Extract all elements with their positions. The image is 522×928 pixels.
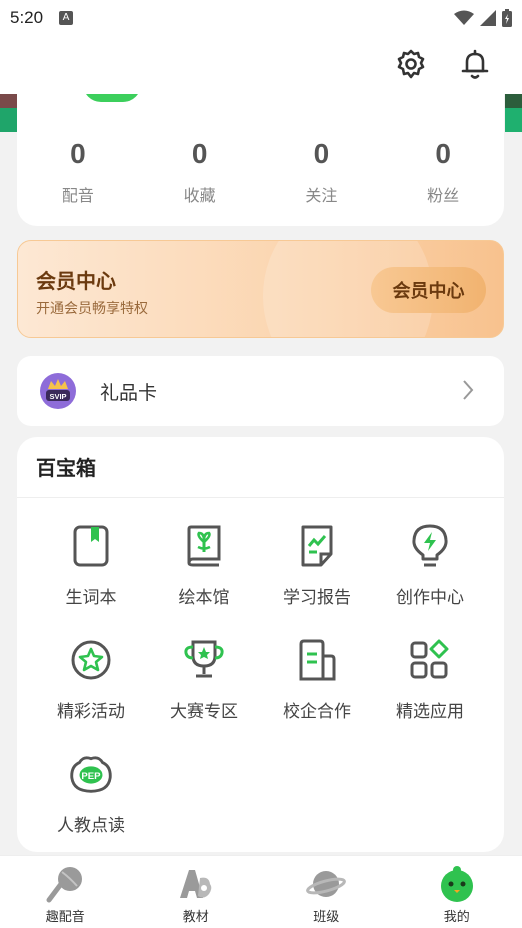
header-bar [0, 36, 522, 94]
picture-book-icon [187, 525, 221, 567]
tool-featured-apps[interactable]: 精选应用 [375, 637, 485, 722]
tool-activities[interactable]: 精彩活动 [36, 637, 146, 722]
vocabulary-book-icon [73, 525, 109, 567]
tool-vocabulary-book[interactable]: 生词本 [36, 523, 146, 608]
tab-label: 教材 [182, 910, 209, 925]
status-time: 5:20 [10, 8, 44, 27]
vip-center-card[interactable]: 会员中心 开通会员畅享特权 会员中心 [17, 240, 504, 338]
svip-crown-icon: SVIP [40, 373, 76, 409]
mascot-icon [440, 866, 473, 902]
gift-card-label: 礼品卡 [100, 382, 158, 404]
tab-dubbing[interactable]: 趣配音 [0, 856, 131, 928]
stat-label: 配音 [61, 186, 94, 205]
stat-label: 关注 [305, 186, 338, 205]
notification-icon: A [59, 11, 74, 25]
tool-label: 精选应用 [396, 702, 464, 722]
wifi-icon [454, 10, 474, 25]
textbook-icon [179, 870, 212, 898]
tool-study-report[interactable]: 学习报告 [262, 523, 372, 608]
apps-grid-icon [410, 639, 449, 679]
chevron-right-icon [463, 380, 474, 400]
avatar[interactable] [83, 94, 141, 102]
tool-label: 生词本 [65, 588, 117, 608]
stat-favorites[interactable]: 0 收藏 [139, 138, 261, 206]
status-icons [454, 9, 512, 27]
profile-stats-card: 0 配音 0 收藏 0 关注 0 粉丝 [17, 94, 504, 226]
tab-label: 我的 [443, 910, 470, 925]
trophy-icon [184, 640, 224, 678]
tool-label: 人教点读 [57, 816, 125, 836]
pep-badge-text: PEP [81, 771, 101, 782]
tool-label: 大赛专区 [170, 702, 238, 722]
stat-following[interactable]: 0 关注 [261, 138, 383, 206]
stat-fans[interactable]: 0 粉丝 [382, 138, 504, 206]
tab-textbook[interactable]: 教材 [131, 856, 262, 928]
tab-class[interactable]: 班级 [261, 856, 392, 928]
stat-value: 0 [435, 138, 451, 169]
tab-label: 班级 [313, 910, 340, 925]
tool-label: 绘本馆 [178, 588, 230, 608]
gear-icon [397, 49, 425, 79]
tool-label: 创作中心 [396, 588, 464, 608]
activity-star-icon [71, 640, 111, 680]
stat-label: 收藏 [183, 186, 216, 205]
divider [17, 497, 504, 498]
microphone-icon [46, 867, 83, 903]
vip-subtitle: 开通会员畅享特权 [36, 301, 148, 317]
toolbox-title: 百宝箱 [36, 456, 96, 480]
tool-school-cooperation[interactable]: 校企合作 [262, 637, 372, 722]
tool-pep-reader[interactable]: PEP 人教点读 [36, 751, 146, 836]
stat-value: 0 [313, 138, 330, 169]
tab-label: 趣配音 [45, 910, 85, 925]
tool-label: 校企合作 [283, 702, 351, 722]
toolbox-card: 百宝箱 生词本 绘本馆 学习报告 创作中心 精彩活动 大赛专区 校企合作 精选应… [17, 437, 504, 852]
bottom-tab-bar: 趣配音 教材 班级 我的 [0, 855, 522, 928]
planet-icon [306, 871, 347, 897]
battery-icon [502, 9, 512, 27]
svip-badge-text: SVIP [49, 392, 66, 401]
vip-title: 会员中心 [36, 269, 116, 293]
tool-picture-book[interactable]: 绘本馆 [149, 523, 259, 608]
stat-dubbing[interactable]: 0 配音 [17, 138, 139, 206]
pep-reader-icon: PEP [70, 756, 112, 793]
stat-value: 0 [191, 138, 208, 169]
study-report-icon [301, 525, 333, 567]
tab-mine[interactable]: 我的 [392, 856, 522, 928]
tool-label: 精彩活动 [57, 702, 125, 722]
vip-center-button[interactable]: 会员中心 [371, 267, 486, 313]
stat-value: 0 [70, 138, 86, 169]
tool-label: 学习报告 [283, 588, 351, 608]
stat-label: 粉丝 [427, 186, 460, 205]
creation-bulb-icon [412, 524, 448, 567]
tool-creation-center[interactable]: 创作中心 [375, 523, 485, 608]
status-bar: 5:20 A [0, 0, 522, 36]
header-background-right [505, 94, 522, 132]
bell-icon [461, 49, 489, 79]
tool-competition[interactable]: 大赛专区 [149, 637, 259, 722]
gift-card-row[interactable]: SVIP 礼品卡 [17, 356, 504, 426]
signal-icon [480, 10, 496, 26]
school-cooperation-icon [299, 639, 336, 681]
notification-bell-button[interactable] [455, 44, 495, 84]
header-background-left [0, 94, 17, 132]
settings-button[interactable] [391, 44, 431, 84]
